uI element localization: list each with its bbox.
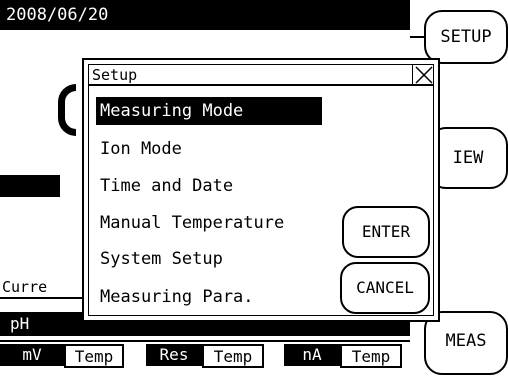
menu-item-manual-temperature[interactable]: Manual Temperature (96, 209, 284, 237)
date-display: 2008/06/20 (6, 5, 109, 25)
menu-item-time-and-date[interactable]: Time and Date (96, 172, 233, 200)
temp-cell[interactable]: Temp (64, 344, 124, 368)
mv-cell[interactable]: mV (0, 344, 64, 366)
divider (0, 297, 90, 299)
res-cell[interactable]: Res (146, 344, 202, 366)
close-button[interactable] (412, 64, 434, 86)
menu-item-measuring-mode[interactable]: Measuring Mode (96, 97, 322, 125)
view-button[interactable]: IEW (428, 127, 508, 189)
menu-item-measuring-para[interactable]: Measuring Para. (96, 283, 254, 311)
menu-item-ion-mode[interactable]: Ion Mode (96, 135, 182, 163)
close-icon[interactable] (415, 66, 433, 84)
ph-label: pH (10, 314, 30, 333)
temp-cell[interactable]: Temp (202, 344, 264, 368)
current-label: Curre (2, 278, 48, 296)
menu-item-system-setup[interactable]: System Setup (96, 245, 223, 273)
divider (0, 340, 410, 342)
na-cell[interactable]: nA (284, 344, 340, 366)
enter-button[interactable]: ENTER (342, 206, 430, 258)
temp-cell[interactable]: Temp (340, 344, 402, 368)
setup-button[interactable]: SETUP (424, 10, 508, 64)
cancel-button[interactable]: CANCEL (340, 262, 430, 314)
reading-bar (0, 175, 60, 197)
status-bar: 2008/06/20 (0, 0, 410, 30)
dialog-title: Setup (92, 66, 138, 84)
large-reading-glyph (58, 84, 76, 136)
dialog-title-bar (88, 64, 434, 86)
